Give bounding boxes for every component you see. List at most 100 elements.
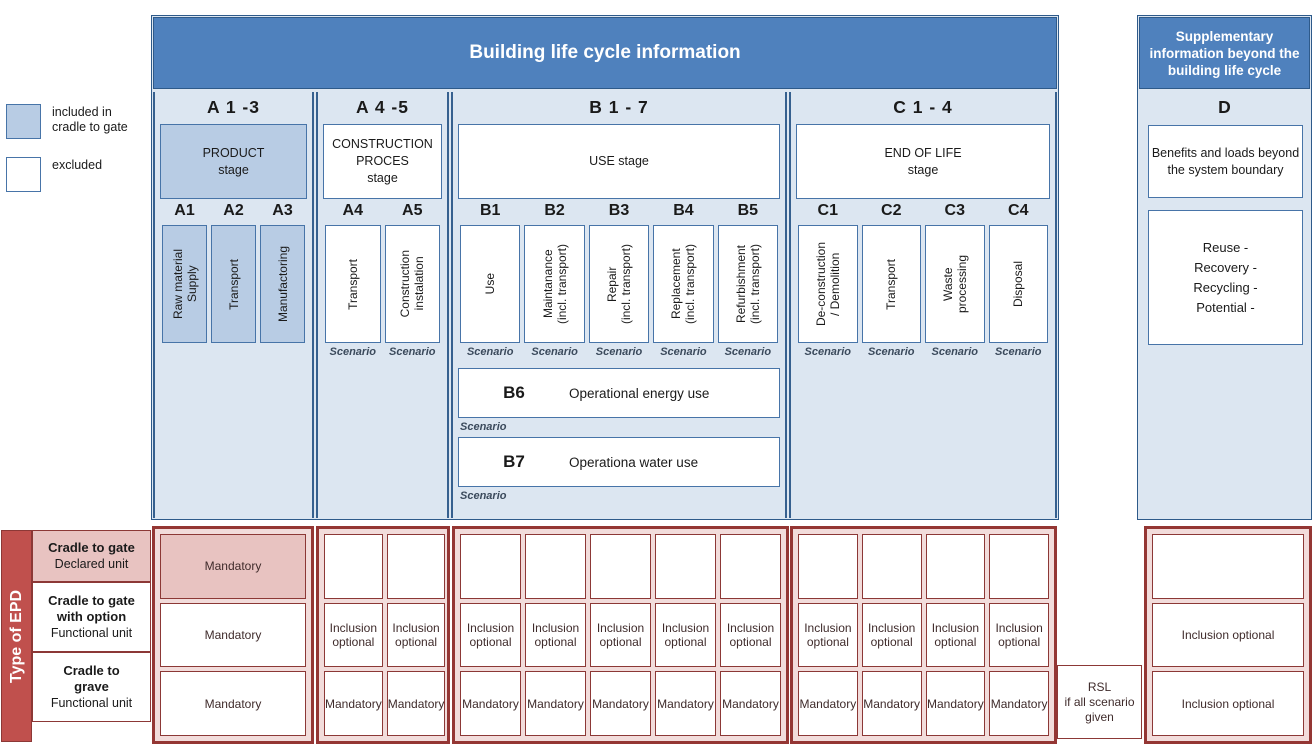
module-c3: C3 Waste processing Scenario (923, 199, 987, 364)
epd-group-a1-3: Mandatory Mandatory Mandatory (152, 526, 314, 744)
legend-swatch-excluded-icon (6, 157, 41, 192)
epd-column-a1-3: Mandatory Mandatory Mandatory (158, 532, 308, 738)
wide-module-code-b7: B7 (503, 452, 525, 471)
legend-item-excluded: excluded (6, 157, 146, 192)
epd-column-a4: Inclusion optional Mandatory (322, 532, 385, 738)
epd-cell-a4-row1: Inclusion optional (324, 602, 383, 668)
epd-cell-b4-row0 (655, 534, 716, 599)
epd-cell-b5-row1: Inclusion optional (720, 602, 781, 668)
epd-row-label-2: Cradle to grave Functional unit (32, 652, 151, 722)
module-box-b3: Repair (incl. transport) (588, 225, 650, 343)
epd-cell-c4-row1: Inclusion optional (989, 602, 1049, 668)
module-a2: A2TransportScenario (209, 199, 258, 364)
epd-row-label-main-0: Cradle to gate (48, 540, 135, 555)
epd-row-label-0: Cradle to gate Declared unit (32, 530, 151, 582)
module-label-c4: Disposal (1011, 260, 1026, 308)
stage-column-a1-3: A 1 -3 PRODUCT stage A1 Raw material Supply… (153, 92, 314, 518)
epd-cell-a5-row1: Inclusion optional (386, 602, 446, 668)
epd-cell-a1-3-row1: Mandatory (160, 602, 306, 668)
modules-row: B1 Use Scenario B2 Maintanance (incl. transp… (458, 199, 780, 364)
scenario-label-c1: Scenario (804, 346, 851, 358)
module-a5: A5 Construction instalation Scenario (383, 199, 443, 364)
rsl-note-box: RSL if all scenario given (1057, 665, 1142, 739)
epd-cell-a4-row2: Mandatory (324, 671, 383, 737)
epd-group-c1-4: Inclusion optional Mandatory Inclusion opt… (790, 526, 1057, 744)
wide-module-box-b7: B7 Operationa water use (458, 437, 780, 487)
modules-row: A4 Transport Scenario A5 Construction instal… (323, 199, 442, 364)
module-box-a1: Raw material Supply (162, 225, 207, 343)
epd-cell-c1-row1: Inclusion optional (798, 602, 858, 668)
epd-cell-d-row2: Inclusion optional (1152, 671, 1304, 737)
module-c4: C4 Disposal Scenario (987, 199, 1051, 364)
scenario-label-b5: Scenario (724, 346, 772, 358)
epd-cell-c4-row2: Mandatory (989, 671, 1049, 737)
epd-cell-c3-row2: Mandatory (925, 671, 986, 737)
epd-cell-b3-row1: Inclusion optional (590, 602, 651, 668)
epd-cell-b4-row2: Mandatory (655, 671, 716, 737)
module-label-c1: De-construction / Demolition (813, 241, 842, 327)
legend: included in cradle to gate excluded (6, 104, 146, 210)
epd-cell-c2-row0 (861, 534, 922, 599)
building-life-cycle-header: Building life cycle information (153, 17, 1057, 89)
module-label-a3: Manufactoring (275, 245, 290, 323)
supplementary-stage-code-d: D (1218, 97, 1231, 117)
module-b2: B2 Maintanance (incl. transport) Scenario (522, 199, 586, 364)
scenario-label-b7: Scenario (460, 490, 507, 502)
scenario-label-b1: Scenario (466, 346, 514, 358)
scenario-label-b4: Scenario (660, 346, 707, 358)
module-code-b3: B3 (608, 202, 630, 219)
module-code-a4: A4 (342, 202, 363, 219)
module-label-c2: Transport (884, 258, 899, 310)
epd-column-b4: Inclusion optional Mandatory (653, 532, 718, 738)
epd-cell-b4-row1: Inclusion optional (655, 602, 716, 668)
module-label-a4: Transport (345, 258, 360, 310)
epd-cell-b3-row0 (590, 534, 651, 599)
epd-cell-c3-row0 (925, 534, 986, 599)
stage-code: B 1 - 7 (589, 97, 649, 117)
stage-name-box: END OF LIFE stage (796, 124, 1050, 199)
epd-cell-b5-row0 (720, 534, 781, 599)
module-a3: A3ManufactoringScenario (258, 199, 307, 364)
epd-row-label-sub-1: Functional unit (50, 626, 133, 640)
scenario-label-c3: Scenario (931, 346, 978, 358)
module-c2: C2 Transport Scenario (860, 199, 924, 364)
epd-cell-d-row0 (1152, 534, 1304, 599)
epd-type-title: Type of EPD (1, 530, 32, 742)
stage-code: A 1 -3 (206, 97, 260, 117)
epd-cell-b3-row2: Mandatory (590, 671, 651, 737)
module-code-c4: C4 (1008, 202, 1029, 219)
module-label-b5: Refurbishment (incl. transport) (733, 243, 762, 325)
stage-code: C 1 - 4 (893, 97, 953, 117)
stage-name-box: CONSTRUCTION PROCES stage (323, 124, 442, 199)
epd-row-label-main-1: Cradle to gate with option (48, 593, 135, 624)
module-box-c3: Waste processing (925, 225, 985, 343)
epd-column-c1: Inclusion optional Mandatory (796, 532, 860, 738)
epd-column-b5: Inclusion optional Mandatory (718, 532, 783, 738)
legend-label-included: included in cradle to gate (52, 105, 128, 134)
epd-cell-c1-row0 (798, 534, 858, 599)
module-c1: C1 De-construction / Demolition Scenario (796, 199, 860, 364)
module-label-b3: Repair (incl. transport) (605, 243, 634, 325)
module-code-b5: B5 (737, 202, 759, 219)
module-box-a2: Transport (211, 225, 256, 343)
legend-swatch-included-icon (6, 104, 41, 139)
epd-row-label-sub-0: Declared unit (54, 557, 129, 571)
wide-module-label-b7: Operationa water use (569, 454, 699, 470)
module-b1: B1 Use Scenario (458, 199, 522, 364)
epd-cell-c2-row1: Inclusion optional (861, 602, 922, 668)
modules-row: C1 De-construction / Demolition Scenario C2… (796, 199, 1050, 364)
scenario-label-b2: Scenario (531, 346, 578, 358)
module-box-c4: Disposal (988, 225, 1048, 343)
supplementary-benefits-box: Benefits and loads beyond the system bou… (1148, 125, 1303, 198)
module-code-a5: A5 (402, 202, 423, 219)
modules-row: A1Raw material SupplyScenarioA2Transport… (160, 199, 307, 364)
scenario-label-b3: Scenario (595, 346, 643, 358)
epd-row-label-main-2: Cradle to grave (63, 663, 120, 694)
epd-cell-c4-row0 (989, 534, 1049, 599)
module-label-a1: Raw material Supply (170, 248, 199, 320)
epd-cell-b1-row1: Inclusion optional (460, 602, 521, 668)
epd-cell-a5-row0 (386, 534, 446, 599)
wide-module-label-b6: Operational energy use (569, 385, 710, 401)
module-code-c2: C2 (881, 202, 902, 219)
epd-row-label-sub-2: Functional unit (50, 696, 133, 710)
